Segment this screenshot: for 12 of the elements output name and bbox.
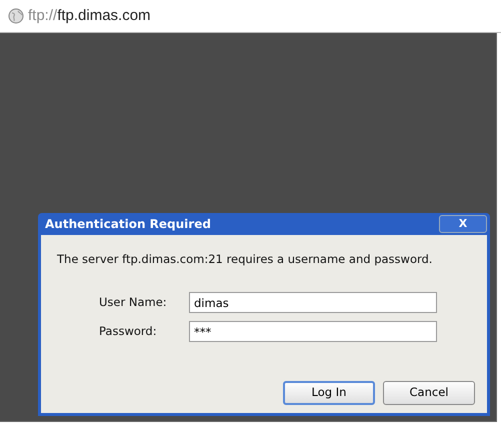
dialog-message: The server ftp.dimas.com:21 requires a username and password. [56,251,434,268]
globe-icon [8,8,24,24]
input-field[interactable]: dimas [189,292,437,314]
input-field[interactable]: *** [189,321,437,342]
close-button[interactable]: X [439,215,487,233]
field-label: User Name: [99,294,168,312]
url-host: ftp.dimas.com [57,6,151,24]
url-scheme: ftp:// [28,6,58,24]
login-button[interactable]: Log In [283,381,375,405]
field-label: Password: [99,323,158,340]
dialog-title: Authentication Required [45,216,211,233]
cancel-button[interactable]: Cancel [383,381,475,405]
